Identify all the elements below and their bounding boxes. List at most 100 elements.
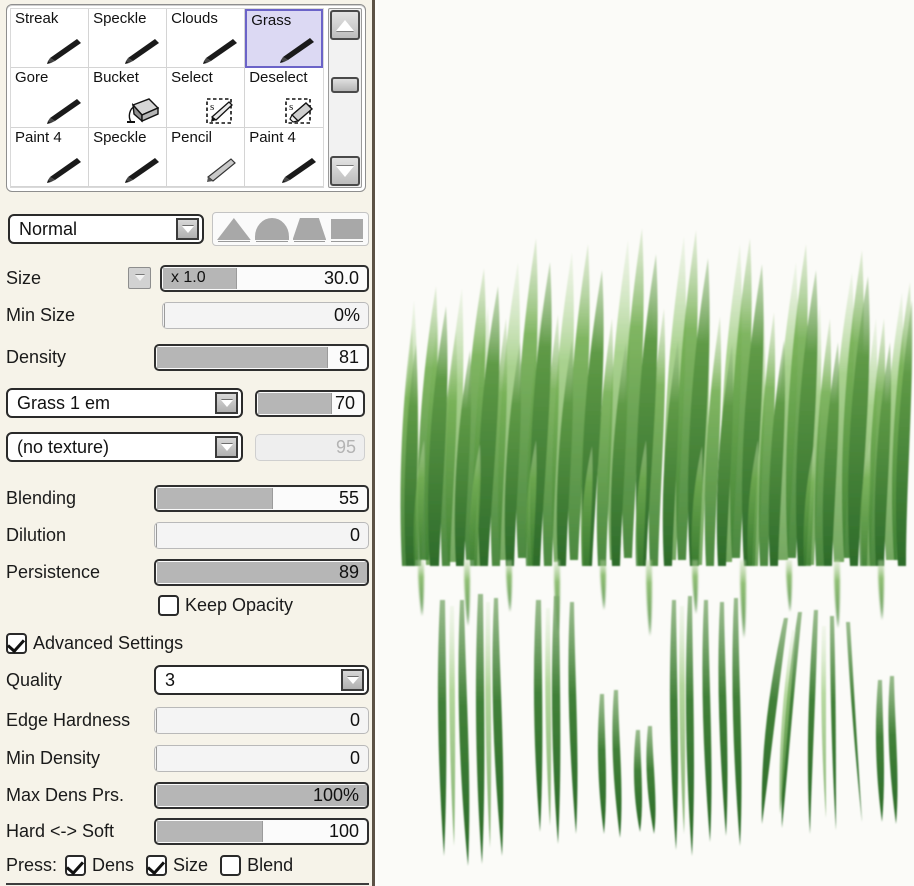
persistence-label: Persistence xyxy=(6,561,101,582)
brush-icon xyxy=(197,35,239,65)
brush-preset-cell[interactable]: Gore xyxy=(11,68,90,128)
brush-preset-cell[interactable]: Bucket xyxy=(89,68,168,128)
brush-preset-label: Paint 4 xyxy=(249,128,296,146)
brush-shape-slider-fill xyxy=(258,392,333,414)
hard-soft-slider-fill xyxy=(157,820,263,842)
brush-shape-value: Grass 1 em xyxy=(17,392,111,413)
brush-preset-label: Streak xyxy=(15,10,59,27)
bucket-icon xyxy=(119,95,161,125)
brush-preset-cell[interactable]: Paint 4 xyxy=(245,127,324,187)
persistence-row: Persistence 89 xyxy=(6,557,369,587)
brush-preset-label: Bucket xyxy=(93,69,139,87)
density-label: Density xyxy=(6,346,67,367)
dilution-slider[interactable]: 0 xyxy=(154,521,369,549)
brush-preset-cell[interactable]: Speckle xyxy=(89,9,168,69)
edge-hardness-slider[interactable]: 0 xyxy=(154,706,369,734)
brush-preset-scrollbar[interactable] xyxy=(328,8,362,188)
brush-preset-cell[interactable]: Select s xyxy=(167,68,246,128)
dome-tip-button[interactable] xyxy=(254,216,289,242)
density-value: 81 xyxy=(338,346,359,367)
cone-tip-button[interactable] xyxy=(217,216,251,242)
scroll-up-arrow-icon[interactable] xyxy=(330,10,361,40)
grass-painting-canvas[interactable] xyxy=(378,0,914,886)
scrollbar-thumb[interactable] xyxy=(331,77,360,93)
pressure-label: Press: xyxy=(6,854,58,875)
brush-shape-slider[interactable]: 70 xyxy=(255,389,365,417)
pressure-dens-checkbox[interactable] xyxy=(65,854,87,876)
advanced-settings-row[interactable]: Advanced Settings xyxy=(6,628,369,658)
density-row: Density 81 xyxy=(6,342,369,372)
deselect-eraser-icon: s xyxy=(276,95,318,125)
density-slider[interactable]: 81 xyxy=(154,343,369,371)
min-size-slider-fill xyxy=(164,303,165,327)
chevron-down-icon[interactable] xyxy=(341,669,364,691)
brush-preset-cell[interactable]: Streak xyxy=(11,9,90,69)
svg-text:s: s xyxy=(289,101,293,113)
brush-preset-cell[interactable]: Clouds xyxy=(167,9,246,69)
brush-icon xyxy=(41,154,83,184)
chevron-down-icon[interactable] xyxy=(215,392,238,414)
texture-combo[interactable]: (no texture) xyxy=(6,432,243,462)
blending-label: Blending xyxy=(6,487,77,508)
persistence-slider[interactable]: 89 xyxy=(154,558,369,586)
trapezoid-tip-button[interactable] xyxy=(292,216,327,242)
blend-mode-combo[interactable]: Normal xyxy=(8,214,204,244)
pressure-dens-label: Dens xyxy=(92,854,135,875)
min-density-label: Min Density xyxy=(6,747,101,768)
brush-shape-row: Grass 1 em 70 xyxy=(6,388,369,418)
brush-preset-cell[interactable]: Speckle xyxy=(89,127,168,187)
hard-soft-slider[interactable]: 100 xyxy=(154,817,369,845)
keep-opacity-row[interactable]: Keep Opacity xyxy=(6,590,369,620)
blending-slider[interactable]: 55 xyxy=(154,484,369,512)
brush-preset-cell[interactable]: Paint 4 xyxy=(11,127,90,187)
brush-preset-label: Speckle xyxy=(93,10,147,27)
advanced-settings-checkbox[interactable] xyxy=(6,632,27,654)
scroll-down-arrow-icon[interactable] xyxy=(330,156,361,186)
chevron-down-icon[interactable] xyxy=(215,436,238,458)
brush-preset-cell[interactable]: Deselect s xyxy=(245,68,324,128)
sai-brush-panel-window: Streak Speckle Clouds Grass Gore Bucket … xyxy=(0,0,914,886)
hard-soft-value: 100 xyxy=(328,820,359,841)
quality-value: 3 xyxy=(165,669,176,690)
max-dens-prs-slider[interactable]: 100% xyxy=(154,781,369,809)
max-dens-prs-label: Max Dens Prs. xyxy=(6,784,125,805)
brush-preset-cell-grass[interactable]: Grass xyxy=(245,9,324,69)
pressure-size-checkbox[interactable] xyxy=(146,854,168,876)
min-density-slider[interactable]: 0 xyxy=(154,744,369,772)
brush-preset-label: Speckle xyxy=(93,128,147,146)
min-size-row: Min Size 0% xyxy=(6,300,369,330)
brush-preset-grid[interactable]: Streak Speckle Clouds Grass Gore Bucket … xyxy=(10,8,325,188)
pressure-blend-checkbox[interactable] xyxy=(220,854,242,876)
chevron-down-icon[interactable] xyxy=(176,218,199,240)
brush-icon xyxy=(41,95,83,125)
quality-combo[interactable]: 3 xyxy=(154,665,369,695)
brush-tip-shape-group[interactable] xyxy=(212,212,369,246)
brush-shape-combo[interactable]: Grass 1 em xyxy=(6,388,243,418)
brush-icon xyxy=(276,154,318,184)
min-density-slider-fill xyxy=(156,746,157,770)
size-multiplier-dropdown[interactable] xyxy=(128,267,151,289)
hard-soft-row: Hard <-> Soft 100 xyxy=(6,816,369,846)
square-tip-button[interactable] xyxy=(330,216,364,242)
keep-opacity-checkbox[interactable] xyxy=(158,594,179,616)
brush-icon xyxy=(119,35,161,65)
min-size-slider[interactable]: 0% xyxy=(162,301,369,329)
blending-value: 55 xyxy=(338,487,359,508)
brush-preset-label: Deselect xyxy=(249,69,308,87)
panel-bottom-divider xyxy=(6,883,369,885)
brush-preset-label: Gore xyxy=(15,69,49,87)
texture-slider: 95 xyxy=(255,433,365,461)
min-size-label: Min Size xyxy=(6,304,76,325)
size-value: 30.0 xyxy=(323,267,359,288)
size-slider[interactable]: x 1.0 30.0 xyxy=(159,264,369,292)
texture-value: (no texture) xyxy=(17,436,110,457)
edge-hardness-slider-fill xyxy=(156,708,157,732)
advanced-settings-label: Advanced Settings xyxy=(33,632,184,653)
brush-shape-slider-value: 70 xyxy=(334,392,355,413)
dilution-slider-fill xyxy=(156,523,157,547)
brush-preset-cell[interactable]: Pencil xyxy=(167,127,246,187)
min-density-value: 0 xyxy=(349,747,360,768)
blend-mode-value: Normal xyxy=(19,218,78,239)
grass-artwork xyxy=(378,0,914,886)
density-slider-fill xyxy=(157,346,328,368)
